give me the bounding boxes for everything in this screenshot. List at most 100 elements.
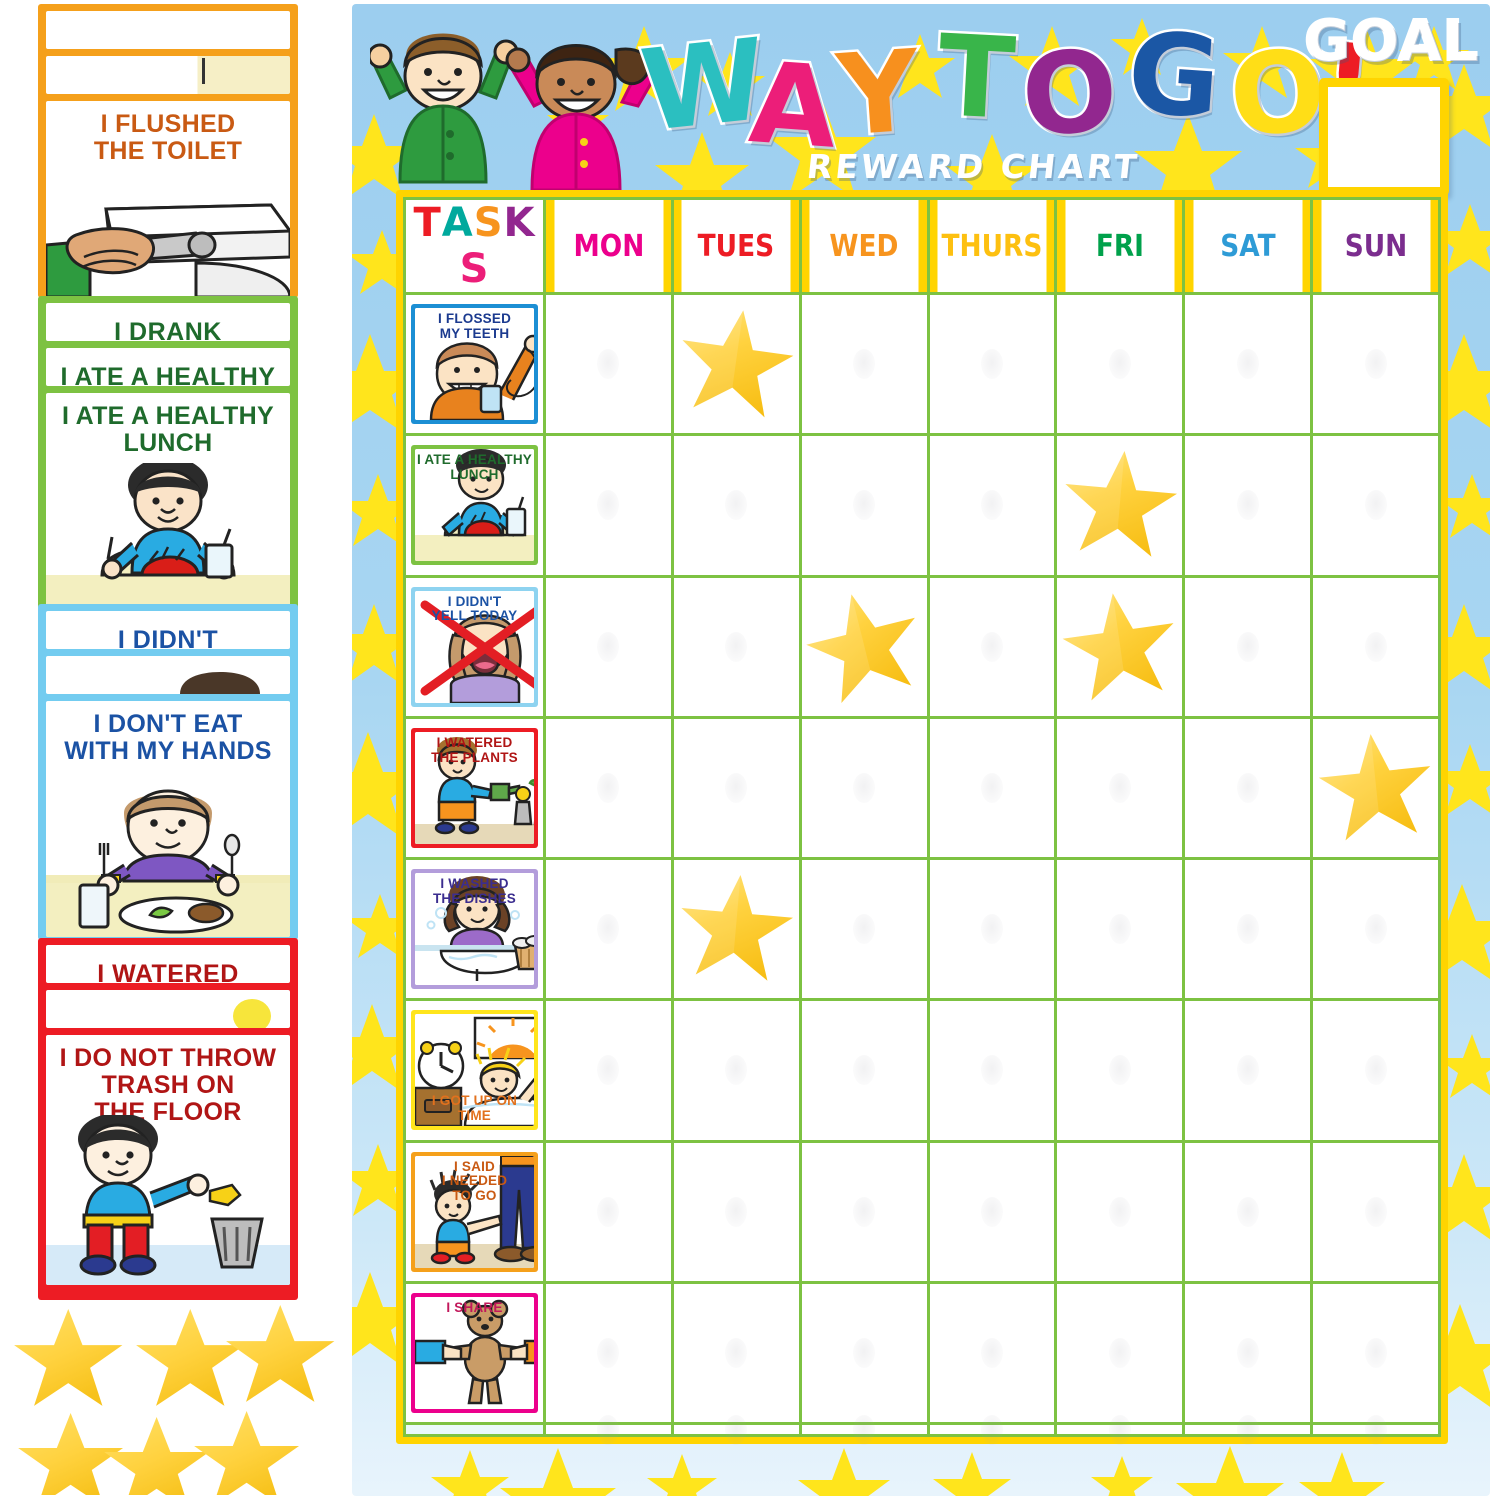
gold-star-sticker[interactable]	[676, 868, 797, 985]
day-cell[interactable]	[543, 291, 674, 437]
goal-box[interactable]	[1319, 78, 1449, 196]
task-cell[interactable]: I SAID I NEEDED TO GO	[403, 1139, 546, 1284]
day-cell[interactable]	[543, 1139, 674, 1284]
day-cell[interactable]	[543, 1414, 674, 1445]
velcro-dot	[597, 1196, 620, 1227]
task-cell[interactable]: I WATERED THE PLANTS	[403, 715, 546, 861]
loose-star-pile[interactable]	[10, 1305, 350, 1500]
day-cell[interactable]	[670, 1280, 802, 1426]
day-cell[interactable]	[1054, 1414, 1186, 1445]
day-cell[interactable]	[926, 433, 1058, 578]
day-cell[interactable]	[1182, 574, 1314, 719]
task-cell[interactable]: I FLOSSED MY TEETH	[403, 291, 546, 437]
day-cell[interactable]	[798, 1414, 930, 1445]
day-cell[interactable]	[543, 433, 674, 578]
card-front-dont-eat-hands[interactable]: I DON'T EAT WITH MY HANDS	[46, 701, 290, 937]
task-cell[interactable]: I DIDN'T YELL TODAY	[403, 574, 546, 719]
day-cell[interactable]	[670, 1139, 802, 1284]
day-cell[interactable]	[1054, 433, 1186, 578]
day-cell[interactable]	[926, 857, 1058, 1002]
task-card[interactable]: I SHARE	[411, 1292, 538, 1413]
day-cell[interactable]	[1182, 1280, 1314, 1426]
day-cell[interactable]	[798, 574, 930, 719]
task-card[interactable]: I SAID I NEEDED TO GO	[411, 1151, 538, 1272]
day-cell[interactable]	[543, 857, 674, 1002]
day-cell[interactable]	[543, 715, 674, 861]
day-cell[interactable]	[1310, 1280, 1441, 1426]
day-cell[interactable]	[1054, 1139, 1186, 1284]
card-group-red[interactable]: I WATERED I DO NOT THROW TRASH ON THE FLOO…	[38, 938, 298, 1300]
day-cell[interactable]	[798, 998, 930, 1143]
task-cell[interactable]: I SHARE	[403, 1280, 546, 1426]
day-cell[interactable]	[926, 1414, 1058, 1445]
day-cell[interactable]	[1054, 715, 1186, 861]
day-cell[interactable]	[926, 291, 1058, 437]
day-cell[interactable]	[926, 998, 1058, 1143]
task-card[interactable]: I ATE A HEALTHY LUNCH	[411, 445, 538, 566]
day-cell[interactable]	[1182, 433, 1314, 578]
task-card[interactable]: I GOT UP ON TIME	[411, 1010, 538, 1131]
day-cell[interactable]	[1310, 857, 1441, 1002]
day-cell[interactable]	[670, 715, 802, 861]
day-cell[interactable]	[926, 715, 1058, 861]
day-cell[interactable]	[798, 1280, 930, 1426]
day-cell[interactable]	[543, 1280, 674, 1426]
task-card[interactable]: I DIDN'T YELL TODAY	[411, 586, 538, 707]
day-cell[interactable]	[1182, 1139, 1314, 1284]
day-cell[interactable]	[1310, 715, 1441, 861]
task-cell[interactable]	[403, 1422, 546, 1437]
task-cell[interactable]: I WASHED THE DISHES	[403, 857, 546, 1002]
day-cell[interactable]	[926, 1139, 1058, 1284]
card-group-green[interactable]: I DRANK I ATE A HEALTHY I ATE A HEALTHY L…	[38, 296, 298, 614]
day-cell[interactable]	[670, 291, 802, 437]
card-front-flushed-toilet[interactable]: I FLUSHED THE TOILET	[46, 101, 290, 297]
gold-star-sticker[interactable]	[1059, 445, 1180, 562]
day-cell[interactable]	[1310, 1414, 1441, 1445]
day-cell[interactable]	[1054, 291, 1186, 437]
day-cell[interactable]	[1182, 857, 1314, 1002]
day-cell[interactable]	[1054, 574, 1186, 719]
task-card[interactable]: I FLOSSED MY TEETH	[411, 304, 538, 425]
day-cell[interactable]	[1054, 998, 1186, 1143]
day-cell[interactable]	[670, 1414, 802, 1445]
task-card[interactable]: I WASHED THE DISHES	[411, 869, 538, 990]
day-header-tues: TUES	[678, 197, 794, 295]
card-group-orange[interactable]: I FLUSHED THE TOILET	[38, 4, 298, 298]
day-cell[interactable]	[670, 998, 802, 1143]
day-cell[interactable]	[798, 433, 930, 578]
day-cell[interactable]	[926, 1280, 1058, 1426]
title-letter: O	[1016, 24, 1123, 164]
day-cell[interactable]	[670, 857, 802, 1002]
gold-star-sticker[interactable]	[1314, 726, 1437, 845]
day-cell[interactable]	[1310, 1139, 1441, 1284]
day-cell[interactable]	[1310, 433, 1441, 578]
gold-star-sticker[interactable]	[1057, 583, 1183, 706]
day-cell[interactable]	[926, 574, 1058, 719]
day-cell[interactable]	[798, 857, 930, 1002]
gold-star-sticker[interactable]	[797, 579, 932, 711]
day-cell[interactable]	[798, 291, 930, 437]
day-cell[interactable]	[1182, 291, 1314, 437]
day-cell[interactable]	[1310, 291, 1441, 437]
card-front-no-trash-on-floor[interactable]: I DO NOT THROW TRASH ON THE FLOOR	[46, 1035, 290, 1285]
gold-star-sticker[interactable]	[673, 301, 799, 424]
velcro-dot	[853, 772, 876, 803]
day-cell[interactable]	[1182, 715, 1314, 861]
task-card[interactable]: I WATERED THE PLANTS	[411, 727, 538, 848]
day-cell[interactable]	[1182, 1414, 1314, 1445]
day-cell[interactable]	[1310, 998, 1441, 1143]
day-cell[interactable]	[1054, 857, 1186, 1002]
day-cell[interactable]	[798, 715, 930, 861]
day-cell[interactable]	[1182, 998, 1314, 1143]
card-group-blue[interactable]: I DIDN'T I DON'T EAT WITH MY HANDS	[38, 604, 298, 940]
day-cell[interactable]	[670, 574, 802, 719]
day-cell[interactable]	[1310, 574, 1441, 719]
day-cell[interactable]	[1054, 1280, 1186, 1426]
day-cell[interactable]	[543, 998, 674, 1143]
card-front-healthy-lunch[interactable]: I ATE A HEALTHY LUNCH	[46, 393, 290, 611]
day-cell[interactable]	[670, 433, 802, 578]
day-cell[interactable]	[798, 1139, 930, 1284]
day-cell[interactable]	[543, 574, 674, 719]
task-cell[interactable]: I GOT UP ON TIME	[403, 998, 546, 1143]
task-cell[interactable]: I ATE A HEALTHY LUNCH	[403, 433, 546, 578]
